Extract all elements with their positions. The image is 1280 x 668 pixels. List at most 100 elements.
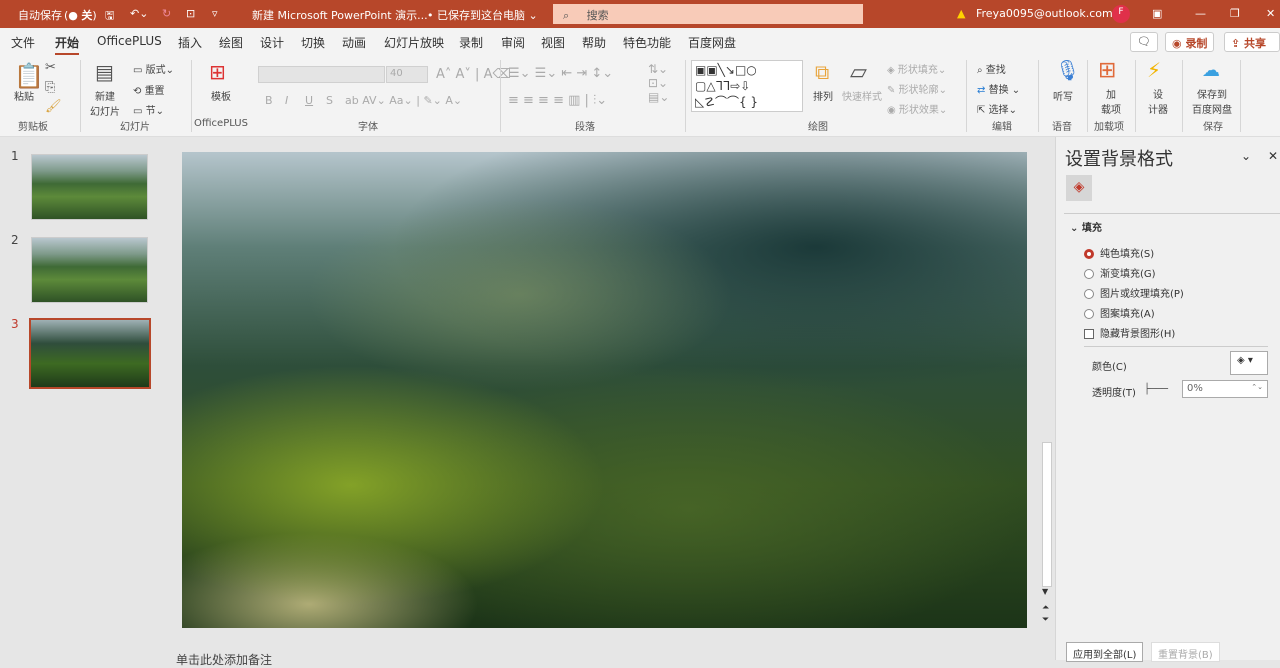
tab-draw[interactable]: 绘图: [219, 34, 243, 51]
fill-tab-icon[interactable]: ◈: [1066, 175, 1092, 201]
apply-to-all-button[interactable]: 应用到全部(L): [1066, 642, 1144, 662]
new-slide-button[interactable]: 新建 幻灯片: [90, 88, 120, 118]
avatar[interactable]: F: [1112, 5, 1130, 23]
tab-record[interactable]: 录制: [459, 34, 483, 51]
slide-thumbnail-3[interactable]: [29, 318, 151, 389]
radio-solid-fill[interactable]: 纯色填充(S): [1084, 245, 1154, 260]
transparency-slider[interactable]: ├───: [1144, 384, 1168, 395]
arrange-icon[interactable]: ⧉: [815, 60, 829, 84]
font-name-combo[interactable]: [258, 66, 385, 83]
tab-animations[interactable]: 动画: [342, 34, 366, 51]
replace-button[interactable]: ⇄ 替换 ⌄: [977, 81, 1020, 96]
save-status[interactable]: • 已保存到这台电脑 ⌄: [427, 7, 538, 23]
account-email[interactable]: Freya0095@outlook.com: [976, 7, 1113, 20]
align-icons[interactable]: ≡ ≡ ≡ ≡ ▥ | ⫶⌄: [508, 93, 607, 108]
tab-review[interactable]: 审阅: [501, 34, 525, 51]
paste-button[interactable]: 粘贴: [14, 88, 34, 103]
next-slide-icon[interactable]: ⏷: [1042, 615, 1049, 625]
radio-picture-fill[interactable]: 图片或纹理填充(P): [1084, 285, 1184, 300]
copy-icon[interactable]: ⎘: [45, 80, 55, 95]
radio-gradient-fill[interactable]: 渐变填充(G): [1084, 265, 1156, 280]
find-button[interactable]: ⌕ 查找: [977, 61, 1006, 76]
minimize-icon[interactable]: —: [1195, 7, 1206, 20]
tab-design[interactable]: 设计: [260, 34, 284, 51]
quick-styles-button[interactable]: 快速样式: [842, 88, 882, 103]
template-button[interactable]: 模板: [211, 88, 231, 103]
vertical-scrollbar[interactable]: ▼ ⏶ ⏷: [1040, 137, 1054, 632]
slide-thumbnail-1[interactable]: [31, 154, 148, 220]
restore-icon[interactable]: ❐: [1230, 7, 1240, 20]
tab-features[interactable]: 特色功能: [623, 34, 671, 51]
shape-outline-button[interactable]: ✎ 形状轮廓⌄: [887, 81, 947, 96]
baidu-netdisk-icon[interactable]: ☁: [1202, 60, 1220, 81]
previous-slide-icon[interactable]: ⏶: [1042, 603, 1049, 613]
slide-thumbnail-2[interactable]: [31, 237, 148, 303]
font-more-icons[interactable]: ab AV⌄ Aa⌄ | ✎⌄ A⌄: [345, 94, 462, 107]
menu-bar: 文件 开始 OfficePLUS 插入 绘图 设计 切换 动画 幻灯片放映 录制…: [0, 28, 1280, 64]
paste-icon[interactable]: 📋: [14, 62, 44, 90]
warning-icon[interactable]: ▲: [957, 7, 965, 20]
new-slide-icon[interactable]: ▤: [95, 60, 114, 84]
designer-button[interactable]: 设 计器: [1148, 86, 1168, 116]
shapes-gallery[interactable]: ▣▣╲↘□○ ▢△ᒣᒣ⇨⇩ ◺☡⌒⌒{ }: [691, 60, 803, 112]
search-box[interactable]: ⌕ 搜索: [553, 4, 863, 24]
autosave-toggle[interactable]: (● 关): [64, 7, 97, 23]
reset-button[interactable]: ⟲ 重置: [133, 82, 165, 97]
underline-button[interactable]: U: [305, 94, 313, 107]
scroll-down-icon[interactable]: ▼: [1042, 587, 1048, 596]
font-size-combo[interactable]: 40: [386, 66, 428, 83]
save-icon[interactable]: 🖫: [105, 7, 114, 26]
select-button[interactable]: ⇱ 选择⌄: [977, 101, 1017, 116]
dictate-button[interactable]: 听写: [1053, 88, 1073, 103]
shape-effects-button[interactable]: ◉ 形状效果⌄: [887, 101, 947, 116]
save-to-baidu-button[interactable]: 保存到 百度网盘: [1192, 86, 1232, 116]
tab-file[interactable]: 文件: [11, 34, 35, 51]
section-button[interactable]: ▭ 节⌄: [133, 102, 164, 117]
tab-insert[interactable]: 插入: [178, 34, 202, 51]
list-icons[interactable]: ☰⌄ ☰⌄ ⇤ ⇥ ↕⌄: [508, 66, 613, 81]
shadow-button[interactable]: S: [326, 94, 333, 107]
present-icon[interactable]: ⊡: [186, 7, 195, 20]
tab-view[interactable]: 视图: [541, 34, 565, 51]
quick-styles-icon[interactable]: ▱: [850, 60, 867, 85]
tab-help[interactable]: 帮助: [582, 34, 606, 51]
customize-icon[interactable]: ▿: [212, 7, 218, 20]
tab-home[interactable]: 开始: [55, 34, 80, 56]
close-icon[interactable]: ✕: [1266, 7, 1275, 20]
italic-button[interactable]: I: [285, 94, 288, 107]
cut-icon[interactable]: ✂: [45, 60, 56, 75]
undo-icon[interactable]: ↶⌄: [130, 7, 148, 20]
record-button[interactable]: ◉ 录制: [1165, 32, 1215, 52]
fill-section-header[interactable]: ⌄ 填充: [1070, 219, 1102, 234]
tab-transitions[interactable]: 切换: [301, 34, 325, 51]
designer-icon[interactable]: ⚡: [1147, 58, 1161, 82]
ribbon-display-icon[interactable]: ▣: [1152, 7, 1162, 20]
template-icon[interactable]: ⊞: [209, 60, 226, 84]
color-label: 颜色(C): [1092, 362, 1127, 373]
arrange-button[interactable]: 排列: [813, 88, 833, 103]
radio-pattern-fill[interactable]: 图案填充(A): [1084, 305, 1155, 320]
pane-options-icon[interactable]: ⌄: [1241, 149, 1251, 163]
slide-canvas[interactable]: [182, 152, 1027, 628]
microphone-icon[interactable]: 🎙: [1055, 58, 1080, 82]
format-painter-icon[interactable]: 🖌: [45, 99, 62, 114]
addins-icon[interactable]: ⊞: [1098, 58, 1116, 83]
comments-button[interactable]: 🗨: [1130, 32, 1158, 52]
addins-button[interactable]: 加 载项: [1101, 86, 1121, 116]
scrollbar-thumb[interactable]: [1042, 442, 1052, 587]
reset-background-button[interactable]: 重置背景(B): [1151, 642, 1220, 662]
hide-background-checkbox[interactable]: 隐藏背景图形(H): [1084, 325, 1175, 340]
redo-icon[interactable]: ↻: [162, 7, 171, 20]
text-direction-icons[interactable]: ⇅⌄ ⊡⌄ ▤⌄: [648, 62, 669, 104]
layout-button[interactable]: ▭ 版式⌄: [133, 61, 174, 76]
tab-officeplus[interactable]: OfficePLUS: [97, 34, 162, 48]
ribbon: [0, 55, 1280, 137]
share-button[interactable]: ⇪ 共享 ⌄: [1224, 32, 1280, 64]
color-picker-button[interactable]: ◈ ▾: [1230, 351, 1268, 375]
tab-baidu[interactable]: 百度网盘: [688, 34, 736, 51]
bold-button[interactable]: B: [265, 94, 273, 107]
pane-close-icon[interactable]: ✕: [1268, 149, 1278, 163]
transparency-input[interactable]: 0% ⌃⌄: [1182, 380, 1268, 398]
group-addins: 加载项: [1094, 122, 1124, 133]
tab-slideshow[interactable]: 幻灯片放映: [384, 34, 444, 51]
